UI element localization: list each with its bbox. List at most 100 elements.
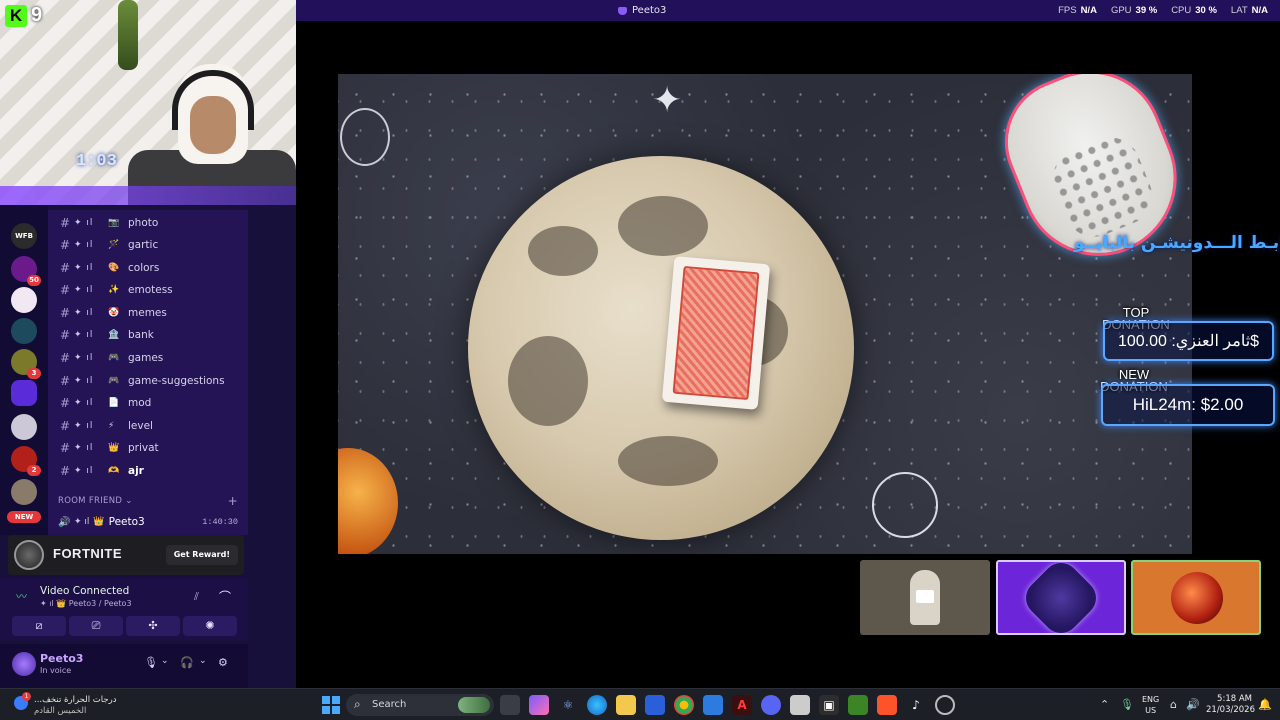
headphones-icon[interactable]: 🎧 [180,656,194,669]
server-badge: 2 [27,465,41,476]
activity-button[interactable]: ✣ [126,616,180,636]
react-icon[interactable]: ⚛ [558,695,578,715]
hash-icon: # [59,216,70,230]
search-label: Search [372,699,407,710]
tiktok-icon[interactable]: ♪ [906,695,926,715]
voice-location: ✦ ıl 👑 Peeto3 / Peeto3 [40,599,132,608]
soundboard-button[interactable]: ✺ [183,616,237,636]
voice-channel-peeto3[interactable]: 🔊 ✦ ıl 👑 Peeto3 1:40:30 [48,512,248,532]
window-title: Peeto3 [618,0,666,21]
weather-line-2: الخميس القادم [34,706,87,716]
participant-thumb-camera[interactable] [860,560,990,635]
participant-thumb-active[interactable] [996,560,1126,635]
server-icon[interactable] [11,479,37,505]
channel-level[interactable]: # ✦ ıl ⚡ level [48,415,248,437]
clock-date: 21/03/2026 [1206,705,1255,715]
language-indicator[interactable]: ENG US [1142,694,1159,716]
server-icon[interactable] [11,318,37,344]
server-wfb[interactable]: WFB [11,223,37,249]
screen-share-button[interactable]: ⎚ [69,616,123,636]
app-icon[interactable] [790,695,810,715]
weather-widget[interactable]: 1 درجات الحرارة تنخف... الخميس القادم [12,692,122,718]
server-icon[interactable] [11,414,37,440]
channel-mod[interactable]: # ✦ ıl 📄 mod [48,392,248,414]
hash-icon: # [59,261,70,275]
channel-name: games [128,352,164,364]
participant-thumb-orb[interactable] [1131,560,1261,635]
taskbar-search[interactable]: ⌕ Search [346,694,494,716]
channel-photo[interactable]: # ✦ ıl 📷 photo [48,212,248,234]
wifi-icon[interactable]: ⌂ [1170,698,1177,711]
channel-name: colors [128,262,160,274]
edge-icon[interactable] [587,695,607,715]
channel-name: privat [128,442,159,454]
mail-icon[interactable] [703,695,723,715]
disconnect-icon[interactable]: ⌒ [219,588,231,605]
video-frame[interactable]: ✦ [338,74,1192,554]
server-icon[interactable] [11,287,37,313]
moon-mat [468,156,854,540]
new-badge[interactable]: NEW [7,511,41,523]
video-camera-icon [916,590,934,603]
donation-link-text: رابـط الـــدونيشـن بالبايــو [1074,233,1280,253]
channel-game-suggestions[interactable]: # ✦ ıl 🎮 game-suggestions [48,370,248,392]
channel-memes[interactable]: # ✦ ıl 🤡 memes [48,302,248,324]
username[interactable]: Peeto3 [40,652,83,665]
hash-icon: # [59,283,70,297]
new-donation-value: HiL24m: $2.00 [1132,395,1244,414]
voice-status[interactable]: Video Connected [40,585,129,597]
acrobat-icon[interactable]: A [732,695,752,715]
chevron-down-icon: ⌄ [122,496,133,506]
hash-icon: # [59,441,70,455]
server-icon[interactable]: 50 [11,256,41,286]
channel-bank[interactable]: # ✦ ıl 🏦 bank [48,324,248,346]
user-panel: Peeto3 In voice 🎙 ⌄ 🎧 ⌄ ⚙ [0,644,248,688]
server-icon[interactable]: 2 [11,446,41,476]
channel-games[interactable]: # ✦ ıl 🎮 games [48,347,248,369]
copilot-icon[interactable] [529,695,549,715]
channel-emotess[interactable]: # ✦ ıl ✨ emotess [48,279,248,301]
obs-icon[interactable] [935,695,955,715]
channel-gartic[interactable]: # ✦ ıl 🪄 gartic [48,234,248,256]
channel-name: bank [128,329,154,341]
avatar[interactable] [12,652,36,676]
perf-gpu: GPU 39 % [1110,5,1158,16]
volume-icon[interactable]: 🔊 [1186,698,1200,711]
clock[interactable]: 5:18 AM 21/03/2026 [1206,694,1255,716]
get-reward-button[interactable]: Get Reward! [165,545,238,565]
server-icon[interactable]: 3 [11,349,41,379]
channel-ajr[interactable]: # ✦ ıl 🫶 ajr [48,460,248,482]
task-view-icon[interactable] [500,695,520,715]
chrome-icon[interactable] [674,695,694,715]
noise-suppression-icon[interactable]: ⫽ [194,590,199,604]
brave-icon[interactable] [877,695,897,715]
webcam-overlay: K 9 1:03 [0,0,296,205]
add-channel-icon[interactable]: + [228,494,238,508]
fortnite-promo[interactable]: FORTNITE Get Reward! [8,535,244,575]
chevron-up-icon[interactable]: ⌃ [1100,698,1109,711]
windows-start-icon[interactable] [321,695,341,715]
gear-icon[interactable]: ⚙ [218,656,228,669]
minecraft-icon[interactable] [848,695,868,715]
channel-name: emotess [128,284,173,296]
discord-icon[interactable] [761,695,781,715]
camera-off-button[interactable]: ⧄ [12,616,66,636]
channel-name: memes [128,307,167,319]
file-explorer-icon[interactable] [616,695,636,715]
signal-icon[interactable]: 〰 [16,588,27,604]
user-status: In voice [40,666,72,675]
crater [528,226,598,276]
microphone-icon[interactable]: 🎙 [144,656,158,669]
ringed-planet [872,472,938,538]
notification-bell-icon[interactable]: 🔔 [1258,698,1272,711]
store-icon[interactable] [645,695,665,715]
category-room-friend[interactable]: ROOM FRIEND ⌄ + [58,494,242,508]
app-icon[interactable]: ▣ [819,695,839,715]
channel-privat[interactable]: # ✦ ıl 👑 privat [48,437,248,459]
fortnite-title: FORTNITE [53,546,122,561]
chevron-down-icon[interactable]: ⌄ [199,656,207,666]
mic-tray-icon[interactable]: 🎙 [1120,698,1134,711]
channel-colors[interactable]: # ✦ ıl 🎨 colors [48,257,248,279]
server-icon-active[interactable] [11,380,37,406]
chevron-down-icon[interactable]: ⌄ [161,656,169,666]
